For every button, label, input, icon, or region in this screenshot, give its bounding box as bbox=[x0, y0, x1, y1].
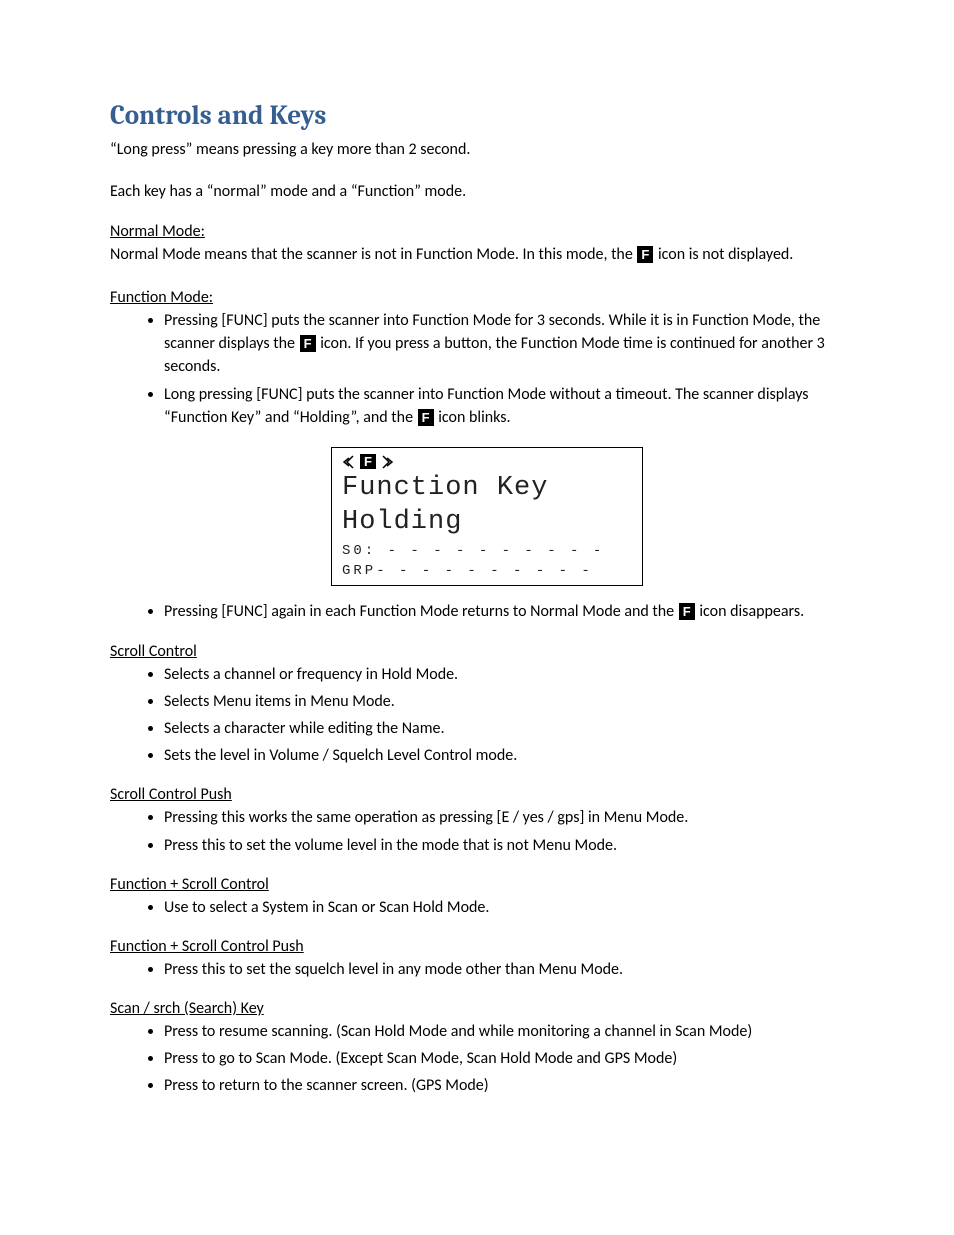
list-item: Press this to set the squelch level in a… bbox=[164, 958, 864, 981]
f-icon: F bbox=[679, 603, 695, 620]
function-scroll-control-heading: Function + Scroll Control bbox=[110, 875, 864, 894]
normal-mode-heading: Normal Mode: bbox=[110, 222, 864, 241]
lcd-line-2: Holding bbox=[342, 506, 632, 540]
normal-mode-section: Normal Mode: Normal Mode means that the … bbox=[110, 222, 864, 268]
list-item: Selects a channel or frequency in Hold M… bbox=[164, 663, 864, 686]
list-item: Long pressing [FUNC] puts the scanner in… bbox=[164, 383, 864, 429]
list-item: Selects a character while editing the Na… bbox=[164, 717, 864, 740]
document-page: Controls and Keys “Long press” means pre… bbox=[0, 0, 954, 1176]
normal-mode-text-b: icon is not displayed. bbox=[654, 245, 793, 264]
list-item: Selects Menu items in Menu Mode. bbox=[164, 690, 864, 713]
lcd-display: F Function Key Holding S0: - - - - - - -… bbox=[331, 447, 643, 587]
lcd-grp-line: GRP- - - - - - - - - - bbox=[342, 563, 632, 579]
f-icon: F bbox=[300, 335, 316, 352]
scroll-control-push-section: Scroll Control Push Pressing this works … bbox=[110, 785, 864, 856]
list-item: Pressing [FUNC] again in each Function M… bbox=[164, 600, 864, 623]
list-item: Pressing [FUNC] puts the scanner into Fu… bbox=[164, 309, 864, 379]
intro-paragraph-1: “Long press” means pressing a key more t… bbox=[110, 139, 864, 161]
scroll-control-push-heading: Scroll Control Push bbox=[110, 785, 864, 804]
function-mode-list: Pressing [FUNC] puts the scanner into Fu… bbox=[110, 309, 864, 429]
page-title: Controls and Keys bbox=[110, 100, 864, 131]
scan-srch-key-list: Press to resume scanning. (Scan Hold Mod… bbox=[110, 1020, 864, 1098]
lcd-s0-line: S0: - - - - - - - - - - bbox=[342, 543, 632, 559]
function-mode-section: Function Mode: Pressing [FUNC] puts the … bbox=[110, 288, 864, 624]
function-scroll-control-section: Function + Scroll Control Use to select … bbox=[110, 875, 864, 919]
function-scroll-control-list: Use to select a System in Scan or Scan H… bbox=[110, 896, 864, 919]
lcd-line-1: Function Key bbox=[342, 472, 632, 506]
normal-mode-text: Normal Mode means that the scanner is no… bbox=[110, 245, 793, 264]
bullet-text-b: icon disappears. bbox=[696, 602, 804, 621]
list-item: Press to return to the scanner screen. (… bbox=[164, 1074, 864, 1097]
list-item: Press this to set the volume level in th… bbox=[164, 834, 864, 857]
bullet-text-b: icon blinks. bbox=[435, 408, 511, 427]
list-item: Pressing this works the same operation a… bbox=[164, 806, 864, 829]
scroll-control-heading: Scroll Control bbox=[110, 642, 864, 661]
function-scroll-control-push-section: Function + Scroll Control Push Press thi… bbox=[110, 937, 864, 981]
scroll-control-list: Selects a channel or frequency in Hold M… bbox=[110, 663, 864, 768]
f-icon: F bbox=[360, 454, 376, 469]
intro-paragraph-2: Each key has a “normal” mode and a “Func… bbox=[110, 181, 864, 203]
f-icon: F bbox=[637, 246, 653, 263]
bullet-text-a: Pressing [FUNC] again in each Function M… bbox=[164, 602, 678, 621]
function-scroll-control-push-list: Press this to set the squelch level in a… bbox=[110, 958, 864, 981]
list-item: Use to select a System in Scan or Scan H… bbox=[164, 896, 864, 919]
normal-mode-text-a: Normal Mode means that the scanner is no… bbox=[110, 245, 636, 264]
lcd-top-row: F bbox=[342, 454, 632, 470]
scan-srch-key-heading: Scan / srch (Search) Key bbox=[110, 999, 864, 1018]
transmit-right-icon bbox=[380, 454, 394, 470]
f-icon: F bbox=[418, 409, 434, 426]
scroll-control-push-list: Pressing this works the same operation a… bbox=[110, 806, 864, 856]
function-mode-list-2: Pressing [FUNC] again in each Function M… bbox=[110, 600, 864, 623]
function-scroll-control-push-heading: Function + Scroll Control Push bbox=[110, 937, 864, 956]
scroll-control-section: Scroll Control Selects a channel or freq… bbox=[110, 642, 864, 768]
transmit-left-icon bbox=[342, 454, 356, 470]
scan-srch-key-section: Scan / srch (Search) Key Press to resume… bbox=[110, 999, 864, 1098]
list-item: Press to go to Scan Mode. (Except Scan M… bbox=[164, 1047, 864, 1070]
function-mode-heading: Function Mode: bbox=[110, 288, 864, 307]
list-item: Press to resume scanning. (Scan Hold Mod… bbox=[164, 1020, 864, 1043]
list-item: Sets the level in Volume / Squelch Level… bbox=[164, 744, 864, 767]
